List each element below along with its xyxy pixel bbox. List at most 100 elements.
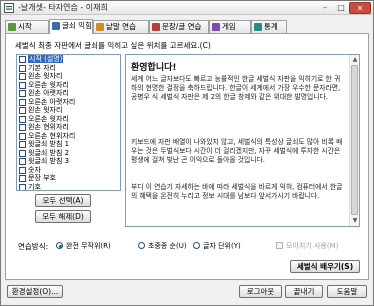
sentence-icon (152, 23, 160, 31)
checkbox[interactable] (19, 64, 26, 72)
list-item[interactable]: 오른손 윗자리 (17, 115, 120, 124)
list-item[interactable]: 윗글쇠 받침 1 (17, 140, 120, 149)
checkbox[interactable] (19, 73, 26, 80)
list-item[interactable]: 왼손 윗자리 (17, 72, 120, 81)
list-item-label: 오른손 현위자리 (28, 131, 76, 140)
tab-sentence-practice[interactable]: 문장/글 연습 (149, 20, 209, 33)
welcome-title: 환영합니다! (131, 63, 177, 73)
list-item-label: 왼손 현위자리 (28, 123, 69, 131)
checkbox[interactable] (19, 149, 26, 157)
checkbox[interactable] (19, 56, 26, 63)
welcome-paragraph: 키보드에 자판 배열이 나와있지 않고, 세벌식의 특성상 글쇠도 많아 비록 … (131, 138, 343, 164)
checkbox[interactable] (19, 107, 26, 114)
checkbox[interactable] (19, 81, 26, 89)
list-item[interactable]: 왼손 현위자리 (17, 123, 120, 132)
radio-label: 초중종 순(U) (148, 242, 187, 250)
checkbox[interactable] (19, 141, 26, 148)
list-item[interactable]: 오른손 아랫자리 (17, 98, 120, 107)
word-icon (96, 23, 104, 31)
checkbox[interactable] (19, 158, 26, 165)
list-item[interactable]: 왼손 아랫자리 (17, 89, 120, 98)
radio-label: 완전 무작위(R) (66, 242, 111, 250)
tab-label: 문장/글 연습 (162, 22, 202, 31)
list-item[interactable]: 오른손 현위자리 (17, 132, 120, 141)
list-item-label: 기호 (28, 182, 41, 191)
position-list[interactable]: 시작 (설명) 기본 자리 왼손 윗자리 오른손 윗자리 왼손 아랫자리 오른손… (16, 54, 121, 191)
welcome-text-panel[interactable]: 환영합니다! 세계 어느 글자보다도 빠르고 능률적인 한글 세벌식 자판을 익… (125, 54, 360, 227)
tab-game[interactable]: 게임 (209, 20, 251, 33)
radio-dot[interactable] (56, 242, 63, 249)
scroll-up-icon[interactable]: ▲ (351, 56, 359, 64)
checkbox[interactable] (19, 115, 26, 123)
keyboard-icon (52, 22, 60, 30)
checkbox[interactable] (19, 175, 26, 182)
help-button[interactable]: 도움말 (327, 285, 367, 298)
checkbox[interactable] (19, 98, 26, 106)
list-item[interactable]: 오른손 윗자리 (17, 81, 120, 90)
list-item-label: 오른손 윗자리 (28, 80, 69, 89)
radio-dot[interactable] (138, 242, 145, 249)
tab-start[interactable]: 시작 (5, 20, 49, 33)
start-learning-button[interactable]: 세벌식 배우기(S) (290, 260, 360, 273)
list-item-label: 왼손 윗자리 (28, 106, 63, 114)
tab-label: 게임 (222, 22, 236, 31)
radio-dot[interactable] (193, 242, 200, 249)
stats-icon (254, 23, 262, 31)
list-item-label: 윗글쇠 받침 3 (28, 157, 70, 165)
list-item[interactable]: 왼손 윗자리 (17, 106, 120, 115)
app-window: -날개셋- 타자연습 - 이재희 – □ ✕ 시작 글쇠 익힘 낱말 연습 문장… (0, 0, 374, 306)
checkbox[interactable] (19, 124, 26, 131)
home-icon (8, 23, 16, 31)
scroll-down-icon[interactable]: ▼ (351, 217, 359, 225)
list-item-label: 윗글쇠 받침 2 (28, 148, 70, 157)
welcome-paragraph: 부디 이 연습기 자세하는 바에 따라 세벌식을 바르게 익혀, 컴퓨터에서 한… (131, 183, 343, 200)
list-item[interactable]: 기본 자리 (17, 64, 120, 73)
tab-label: 시작 (18, 22, 32, 31)
mode-radio-syllable[interactable]: 글자 단위(Y) (193, 241, 241, 251)
list-item[interactable]: 기호 (17, 182, 120, 191)
checkbox[interactable] (19, 183, 26, 190)
tab-label: 글쇠 익힘 (62, 21, 92, 30)
tab-bar: 시작 글쇠 익힘 낱말 연습 문장/글 연습 게임 통계 (5, 19, 369, 34)
checkbox-label: 모아치기 사용(M) (286, 242, 339, 250)
mode-radio-random[interactable]: 완전 무작위(R) (56, 241, 111, 251)
checkbox[interactable] (19, 132, 26, 140)
tab-word-practice[interactable]: 낱말 연습 (93, 20, 149, 33)
list-item-label: 윗글쇠 받침 1 (28, 140, 70, 148)
title-bar[interactable]: -날개셋- 타자연습 - 이재희 – □ ✕ (1, 1, 373, 15)
clear-all-button[interactable]: 모두 해제(D) (35, 210, 91, 223)
list-item-label: 왼손 아랫자리 (28, 89, 69, 97)
select-all-button[interactable]: 모두 선택(A) (35, 194, 91, 207)
vertical-scrollbar[interactable]: ▲ ▼ (349, 55, 359, 226)
list-item[interactable]: 숫자 (17, 166, 120, 175)
radio-label: 글자 단위(Y) (203, 242, 241, 250)
logout-button[interactable]: 로그아웃 (239, 285, 282, 298)
list-item[interactable]: 윗글쇠 받침 3 (17, 157, 120, 166)
practice-mode-label: 연습방식: (18, 242, 49, 251)
app-icon (4, 3, 14, 13)
scroll-thumb[interactable] (351, 65, 358, 215)
combined-typing-checkbox[interactable]: 모아치기 사용(M) (276, 241, 338, 251)
tab-key-practice[interactable]: 글쇠 익힘 (49, 19, 93, 34)
settings-button[interactable]: 환경설정(O)... (7, 285, 63, 298)
checkbox[interactable] (276, 242, 283, 249)
list-item-label: 왼손 윗자리 (28, 72, 63, 80)
checkbox[interactable] (19, 166, 26, 174)
tab-stats[interactable]: 통계 (251, 20, 287, 33)
list-item-label: 시작 (설명) (28, 55, 64, 63)
list-item[interactable]: 윗글쇠 받침 2 (17, 149, 120, 158)
game-icon (212, 23, 220, 31)
list-item-label: 숫자 (28, 165, 41, 174)
tab-label: 통계 (264, 22, 278, 31)
list-item[interactable]: 문장 부호 (17, 174, 120, 183)
minimize-button[interactable]: – (317, 2, 333, 14)
list-item-label: 문장 부호 (28, 174, 56, 182)
mode-radio-order[interactable]: 초중종 순(U) (138, 241, 187, 251)
maximize-button[interactable]: □ (333, 2, 349, 14)
list-item-label: 오른손 아랫자리 (28, 97, 76, 106)
list-item[interactable]: 시작 (설명) (17, 55, 120, 64)
tab-label: 낱말 연습 (106, 22, 136, 31)
checkbox[interactable] (19, 90, 26, 97)
exit-button[interactable]: 끝내기 (285, 285, 323, 298)
close-button[interactable]: ✕ (349, 2, 371, 14)
